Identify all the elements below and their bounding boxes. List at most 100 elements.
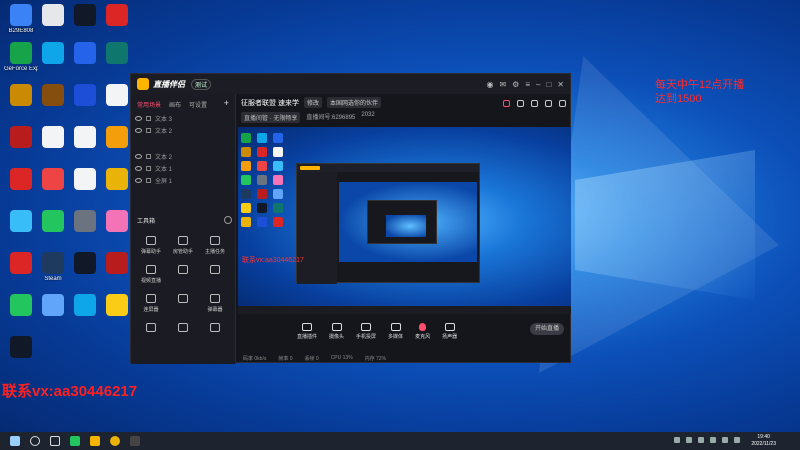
scene-item[interactable]: 文本 2 bbox=[131, 124, 235, 136]
add-scene-icon[interactable]: + bbox=[224, 99, 229, 109]
microphone-button[interactable]: 麦克风 bbox=[415, 322, 430, 340]
version-badge[interactable]: 测试 bbox=[191, 78, 212, 90]
desktop-icon[interactable] bbox=[68, 252, 102, 276]
tool-item[interactable]: 弹幕助手 bbox=[135, 236, 167, 255]
desktop-icon[interactable] bbox=[68, 168, 102, 192]
desktop-icon[interactable] bbox=[100, 210, 134, 234]
app-taskbar-icon[interactable] bbox=[90, 436, 100, 446]
settings-icon[interactable]: ⚙ bbox=[512, 80, 519, 89]
desktop-icon[interactable] bbox=[4, 210, 38, 234]
media-button[interactable]: 多媒体 bbox=[388, 322, 403, 340]
desktop-icon[interactable] bbox=[100, 168, 134, 192]
visibility-icon[interactable] bbox=[135, 165, 142, 171]
desktop-icon[interactable]: B29E808 bbox=[4, 4, 38, 35]
desktop-icon[interactable] bbox=[68, 42, 102, 66]
desktop-icon[interactable] bbox=[4, 168, 38, 192]
desktop-icon[interactable] bbox=[36, 126, 70, 150]
desktop-icon[interactable] bbox=[36, 42, 70, 66]
tool-item[interactable]: 连屏器 bbox=[135, 294, 167, 313]
lock-icon[interactable] bbox=[517, 100, 524, 107]
lock-icon[interactable] bbox=[146, 165, 151, 171]
scene-item[interactable]: 文本 2 bbox=[131, 150, 235, 162]
speaker-button[interactable]: 扬声器 bbox=[442, 322, 457, 340]
search-icon[interactable] bbox=[30, 436, 40, 446]
close-icon[interactable]: ✕ bbox=[557, 80, 564, 89]
desktop-icon[interactable] bbox=[4, 294, 38, 318]
camera-button[interactable]: 摄像头 bbox=[329, 322, 344, 340]
desktop-icon[interactable] bbox=[36, 168, 70, 192]
record-icon[interactable] bbox=[503, 100, 510, 107]
clock[interactable]: 19:40 2022/11/23 bbox=[751, 434, 776, 448]
desktop-icon[interactable]: GeForce Experience bbox=[4, 42, 38, 73]
desktop-icon[interactable] bbox=[4, 126, 38, 150]
visibility-icon[interactable] bbox=[135, 177, 142, 183]
visibility-icon[interactable] bbox=[135, 153, 142, 159]
tool-item[interactable] bbox=[199, 323, 231, 335]
lock-icon[interactable] bbox=[146, 127, 151, 133]
desktop-icon[interactable] bbox=[36, 210, 70, 234]
tab-common-scenes[interactable]: 常用场景 bbox=[137, 100, 161, 109]
desktop-icon[interactable] bbox=[36, 84, 70, 108]
title-bar[interactable]: 直播伴侣 测试 ◉ ✉ ⚙ ≡ – □ ✕ bbox=[131, 74, 570, 94]
desktop-icon[interactable] bbox=[4, 84, 38, 108]
start-live-button[interactable]: 开始直播 bbox=[530, 323, 564, 335]
edit-title-button[interactable]: 修改 bbox=[303, 97, 322, 108]
bell-icon[interactable] bbox=[545, 100, 552, 107]
desktop-icon[interactable] bbox=[100, 126, 134, 150]
scene-item[interactable]: 文本 3 bbox=[131, 112, 235, 124]
task-view-icon[interactable] bbox=[50, 436, 60, 446]
desktop-icon[interactable] bbox=[36, 294, 70, 318]
folder-icon[interactable] bbox=[110, 436, 120, 446]
start-icon[interactable] bbox=[10, 436, 20, 446]
desktop-icon[interactable] bbox=[68, 210, 102, 234]
message-icon[interactable]: ✉ bbox=[499, 80, 506, 89]
phone-cast-button[interactable]: 手机投屏 bbox=[356, 322, 376, 340]
desktop-icon[interactable] bbox=[4, 336, 38, 360]
tool-item[interactable]: 房管助手 bbox=[167, 236, 199, 255]
visibility-icon[interactable] bbox=[135, 115, 142, 121]
desktop-icon[interactable] bbox=[100, 252, 134, 276]
tool-item[interactable] bbox=[167, 294, 199, 313]
desktop-icon[interactable] bbox=[4, 252, 38, 276]
lock-icon[interactable] bbox=[146, 153, 151, 159]
tab-settings[interactable]: 可设置 bbox=[189, 100, 207, 109]
tool-item[interactable]: 主播任务 bbox=[199, 236, 231, 255]
tool-item[interactable] bbox=[135, 323, 167, 335]
desktop-icon[interactable] bbox=[68, 4, 102, 28]
user-icon[interactable] bbox=[531, 100, 538, 107]
scene-item[interactable]: 全屏 1 bbox=[131, 174, 235, 186]
visibility-icon[interactable] bbox=[135, 127, 142, 133]
live-companion-window[interactable]: 直播伴侣 测试 ◉ ✉ ⚙ ≡ – □ ✕ 常用场景 画布 可设置 + 文本 3… bbox=[130, 73, 571, 364]
desktop-icon[interactable] bbox=[100, 4, 134, 28]
desktop-icon[interactable] bbox=[100, 42, 134, 66]
share-icon[interactable] bbox=[559, 100, 566, 107]
tool-item[interactable]: 弹幕器 bbox=[199, 294, 231, 313]
tool-item[interactable] bbox=[167, 265, 199, 284]
tool-item[interactable] bbox=[167, 323, 199, 335]
maximize-icon[interactable]: □ bbox=[546, 80, 551, 89]
plugin-button[interactable]: 直播插件 bbox=[297, 322, 317, 340]
desktop-icon[interactable] bbox=[100, 84, 134, 108]
room-tag[interactable]: 直播间管 · 无限畅享 bbox=[241, 112, 301, 123]
menu-icon[interactable]: ≡ bbox=[525, 80, 530, 89]
tool-item[interactable] bbox=[199, 265, 231, 284]
lock-icon[interactable] bbox=[146, 177, 151, 183]
notice-field[interactable]: 本国网选你的伙伴 bbox=[326, 97, 381, 108]
desktop-icon[interactable] bbox=[68, 126, 102, 150]
stream-preview[interactable]: 联系vx:aa30446217 bbox=[238, 127, 571, 314]
desktop-icon[interactable] bbox=[36, 4, 70, 28]
system-tray[interactable] bbox=[674, 437, 740, 443]
g-app-icon[interactable] bbox=[130, 436, 140, 446]
collapse-icon[interactable] bbox=[224, 216, 232, 224]
scene-item[interactable]: 文本 1 bbox=[131, 162, 235, 174]
tool-item[interactable]: 视频直播 bbox=[135, 265, 167, 284]
tab-canvas[interactable]: 画布 bbox=[169, 100, 181, 109]
desktop-icon[interactable] bbox=[68, 294, 102, 318]
desktop-icon[interactable]: Steam bbox=[36, 252, 70, 283]
desktop-icon[interactable] bbox=[100, 294, 134, 318]
edge-icon[interactable] bbox=[70, 436, 80, 446]
lock-icon[interactable] bbox=[146, 115, 151, 121]
avatar[interactable]: ◉ bbox=[486, 80, 493, 89]
minimize-icon[interactable]: – bbox=[536, 80, 540, 89]
desktop-icon[interactable] bbox=[68, 84, 102, 108]
